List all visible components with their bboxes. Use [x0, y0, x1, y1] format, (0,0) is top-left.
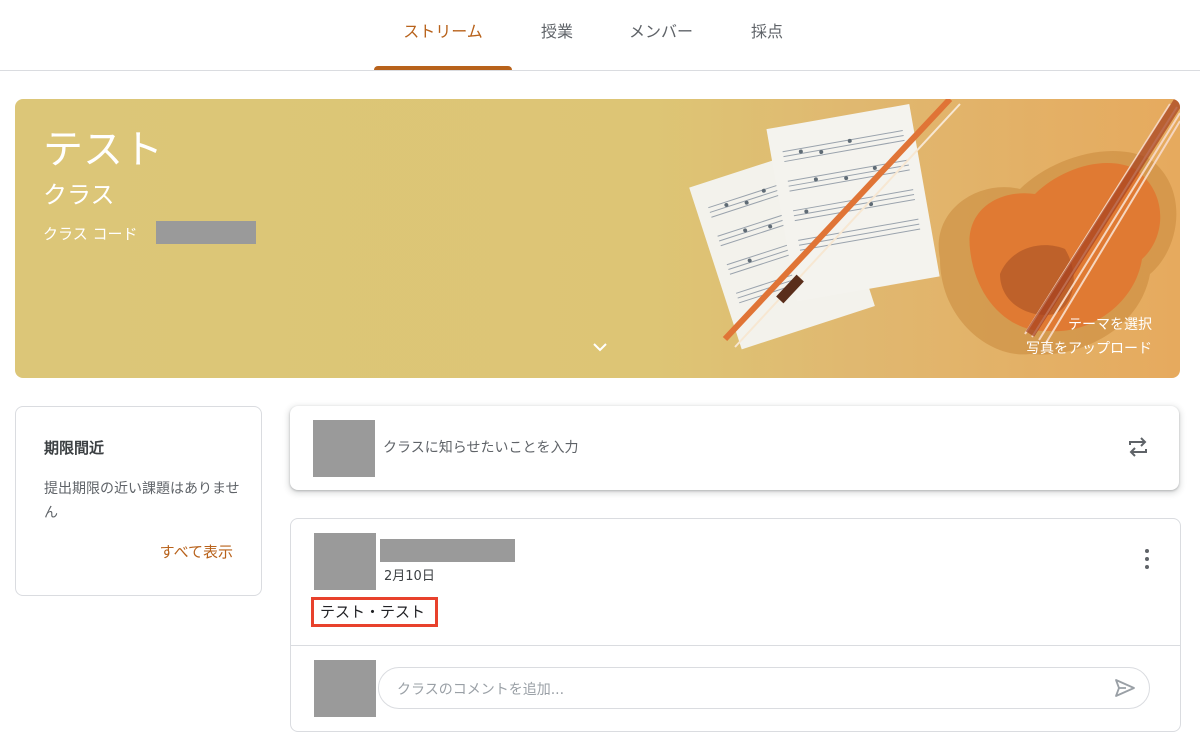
author-name-redacted	[380, 539, 515, 562]
view-all-link[interactable]: すべて表示	[160, 541, 233, 562]
announcement-placeholder[interactable]: クラスに知らせたいことを入力	[383, 437, 578, 457]
upcoming-title: 期限間近	[44, 439, 105, 457]
avatar	[314, 533, 376, 590]
divider	[291, 645, 1180, 646]
tab-grades-label: 採点	[750, 22, 783, 41]
more-vert-icon[interactable]	[1144, 549, 1150, 571]
avatar	[314, 660, 376, 717]
announcement-composer[interactable]: クラスに知らせたいことを入力	[290, 406, 1179, 490]
post-date: 2月10日	[384, 569, 435, 584]
tab-stream[interactable]: ストリーム	[374, 0, 512, 70]
tab-classwork-label: 授業	[540, 22, 573, 41]
upload-photo-link[interactable]: 写真をアップロード	[1026, 338, 1152, 358]
upcoming-card: 期限間近 提出期限の近い課題はありません すべて表示	[15, 406, 262, 596]
comment-placeholder: クラスのコメントを追加...	[397, 682, 565, 698]
class-title: テスト	[43, 127, 163, 173]
violin-illustration	[689, 99, 1180, 355]
active-tab-indicator	[374, 66, 512, 70]
top-nav: ストリーム 授業 メンバー 採点	[0, 0, 1200, 71]
comment-input[interactable]: クラスのコメントを追加...	[378, 667, 1150, 709]
stream-post: 2月10日 テスト・テスト クラスのコメントを追加...	[290, 518, 1181, 732]
avatar	[313, 420, 375, 477]
repost-icon[interactable]	[1125, 434, 1151, 460]
send-icon[interactable]	[1113, 676, 1137, 700]
class-code-redacted	[156, 221, 256, 244]
class-section: クラス	[43, 181, 115, 209]
tab-people[interactable]: メンバー	[612, 0, 710, 70]
class-banner: テスト クラス クラス コード テーマを選択 写真をアップロード	[15, 99, 1180, 378]
post-body: テスト・テスト	[311, 597, 439, 627]
class-code-label: クラス コード	[43, 225, 138, 243]
tab-stream-label: ストリーム	[403, 22, 483, 41]
tab-classwork[interactable]: 授業	[522, 0, 592, 70]
chevron-down-icon[interactable]	[590, 337, 610, 357]
tab-people-label: メンバー	[628, 22, 693, 41]
upcoming-empty-text: 提出期限の近い課題はありません	[44, 481, 240, 521]
tab-grades[interactable]: 採点	[732, 0, 802, 70]
select-theme-link[interactable]: テーマを選択	[1068, 314, 1152, 334]
